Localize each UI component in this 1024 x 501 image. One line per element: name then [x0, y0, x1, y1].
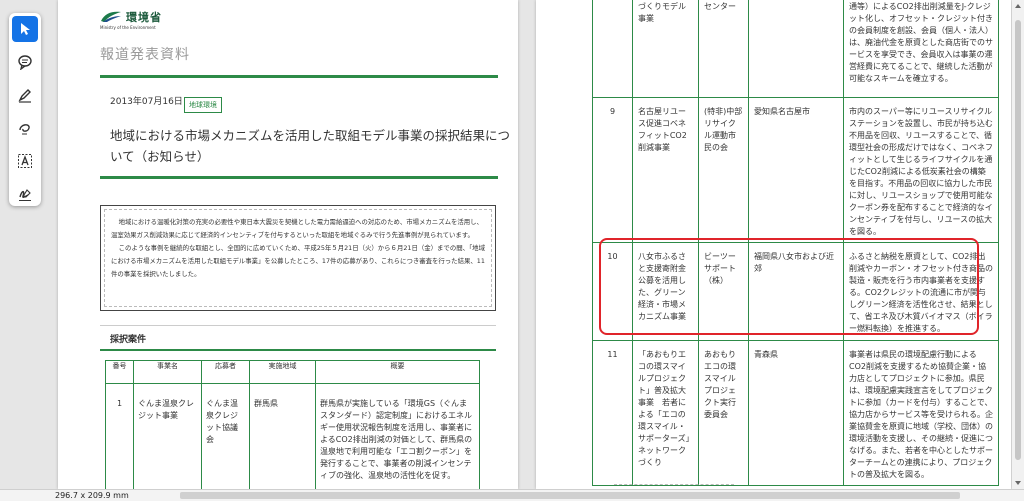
- comment-tool[interactable]: [12, 49, 38, 75]
- ministry-emblem: [101, 11, 121, 22]
- scroll-down-icon[interactable]: [1015, 481, 1021, 485]
- row-number: 9: [592, 97, 633, 243]
- project-name: 名古屋リユース促進コベネフィットCO2削減事業: [632, 97, 699, 243]
- projects-table-continued: づくりモデル事業 センター 通等）によるCO2排出削減量をJ-クレジット化し、オ…: [592, 0, 999, 486]
- comment-icon: [18, 55, 32, 70]
- region: 青森県: [748, 340, 844, 486]
- column-header: 番号: [105, 360, 134, 384]
- title-rule: [100, 176, 498, 179]
- applicant: センター: [698, 0, 749, 98]
- section-heading: 採択案件: [110, 335, 147, 345]
- summary-paragraph: 地域における温暖化対策の充実の必要性や東日本大震災を契機とした電力需給逼迫への対…: [111, 218, 483, 239]
- annotation-toolbar: [9, 13, 41, 206]
- region: 福岡県八女市および近郊: [748, 242, 844, 341]
- draw-tool[interactable]: [12, 115, 38, 141]
- pen-icon: [18, 89, 31, 103]
- logo-subtext: Ministry of the Environment: [100, 25, 156, 30]
- section-divider: [100, 325, 496, 326]
- select-tool[interactable]: [12, 16, 38, 42]
- column-header: 概要: [315, 360, 480, 384]
- table-row: 9 名古屋リユース促進コベネフィットCO2削減事業 (特非)中部リサイクル運動市…: [592, 97, 999, 243]
- project-summary: ふるさと納税を原資として、CO2排出削減やカーボン・オフセット付き商品の製造・販…: [843, 242, 999, 341]
- summary-paragraph: このような事例を継続的な取組とし、全国的に広めていくため、平成25年５月21日（…: [111, 244, 485, 278]
- sign-tool[interactable]: [12, 181, 38, 207]
- applicant: ビーツーサポート（株）: [698, 242, 749, 341]
- cursor-icon: [21, 23, 30, 35]
- table-row: 10 八女市ふるさと支援寄附金公募を活用した、グリーン経済・市場メカニズム事業 …: [592, 242, 999, 341]
- column-header: 事業名: [133, 360, 202, 384]
- projects-table: 番号 事業名 応募者 実施地域 概要 1 ぐんま温泉クレジット事業 ぐんま温泉ク…: [105, 360, 480, 489]
- release-date: 2013年07月16日: [110, 97, 183, 107]
- project-name: 八女市ふるさと支援寄附金公募を活用した、グリーン経済・市場メカニズム事業: [632, 242, 699, 341]
- signature-icon: [19, 189, 31, 201]
- region: 群馬県: [249, 383, 316, 489]
- vertical-scrollbar[interactable]: [1012, 0, 1024, 489]
- report-label: 報道発表資料: [100, 47, 190, 63]
- region: [748, 0, 844, 98]
- table-row: 1 ぐんま温泉クレジット事業 ぐんま温泉クレジット協議会 群馬県 群馬県が実施し…: [105, 383, 480, 489]
- logo-name: 環境省: [126, 11, 162, 24]
- applicant: あおもりエコの環スマイルプロジェクト実行委員会: [698, 340, 749, 486]
- project-summary: 通等）によるCO2排出削減量をJ-クレジット化し、オフセット・クレジット付きの会…: [843, 0, 999, 98]
- ministry-logo: 環境省 Ministry of the Environment: [100, 8, 220, 30]
- header-rule: [100, 75, 498, 78]
- project-summary: 群馬県が実施している「環境GS（ぐんまスタンダード）認定制度」におけるエネルギー…: [315, 383, 480, 489]
- highlight-tool[interactable]: [12, 82, 38, 108]
- column-header: 応募者: [201, 360, 250, 384]
- status-bar: 296.7 x 209.9 mm: [0, 489, 1024, 501]
- applicant: (特非)中部リサイクル運動市民の会: [698, 97, 749, 243]
- scroll-up-icon[interactable]: [1015, 4, 1021, 8]
- project-name: ぐんま温泉クレジット事業: [133, 383, 202, 489]
- text-select-tool[interactable]: [12, 148, 38, 174]
- project-summary: 市内のスーパー等にリユースリサイクルステーションを設置し、市民が持ち込む不用品を…: [843, 97, 999, 243]
- row-number: 10: [592, 242, 633, 341]
- region: 愛知県名古屋市: [748, 97, 844, 243]
- category-tag: 地球環境: [184, 97, 222, 113]
- project-name: づくりモデル事業: [632, 0, 699, 98]
- page-footer-rule: [614, 484, 734, 487]
- row-number: [592, 0, 633, 98]
- table-header-row: 番号 事業名 応募者 実施地域 概要: [105, 360, 480, 384]
- horizontal-scrollbar[interactable]: [180, 492, 960, 499]
- pdf-page-1: 環境省 Ministry of the Environment 報道発表資料 2…: [58, 0, 518, 489]
- row-number: 1: [105, 383, 134, 489]
- freehand-icon: [19, 124, 30, 135]
- project-summary: 事業者は県民の環境配慮行動によるCO2削減を支援するため協賛企業・協力店としてプ…: [843, 340, 999, 486]
- table-row: づくりモデル事業 センター 通等）によるCO2排出削減量をJ-クレジット化し、オ…: [592, 0, 999, 98]
- page-size-readout: 296.7 x 209.9 mm: [55, 491, 129, 500]
- column-header: 実施地域: [249, 360, 316, 384]
- scroll-thumb[interactable]: [1015, 20, 1021, 460]
- summary-text: 地域における温暖化対策の充実の必要性や東日本大震災を契機とした電力需給逼迫への対…: [104, 209, 492, 307]
- pdf-page-2: づくりモデル事業 センター 通等）によるCO2排出削減量をJ-クレジット化し、オ…: [536, 0, 1011, 489]
- section-rule: [100, 349, 496, 351]
- text-box-icon: [18, 154, 32, 168]
- table-row: 11 「あおもりエコの環スマイルプロジェクト」普及拡大事業 若者による「エコの環…: [592, 340, 999, 486]
- summary-box: 地域における温暖化対策の充実の必要性や東日本大震災を契機とした電力需給逼迫への対…: [100, 205, 496, 311]
- page-title: 地域における市場メカニズムを活用した取組モデル事業の採択結果について（お知らせ）: [110, 128, 511, 164]
- applicant: ぐんま温泉クレジット協議会: [201, 383, 250, 489]
- project-name: 「あおもりエコの環スマイルプロジェクト」普及拡大事業 若者による「エコの環スマイ…: [632, 340, 699, 486]
- row-number: 11: [592, 340, 633, 486]
